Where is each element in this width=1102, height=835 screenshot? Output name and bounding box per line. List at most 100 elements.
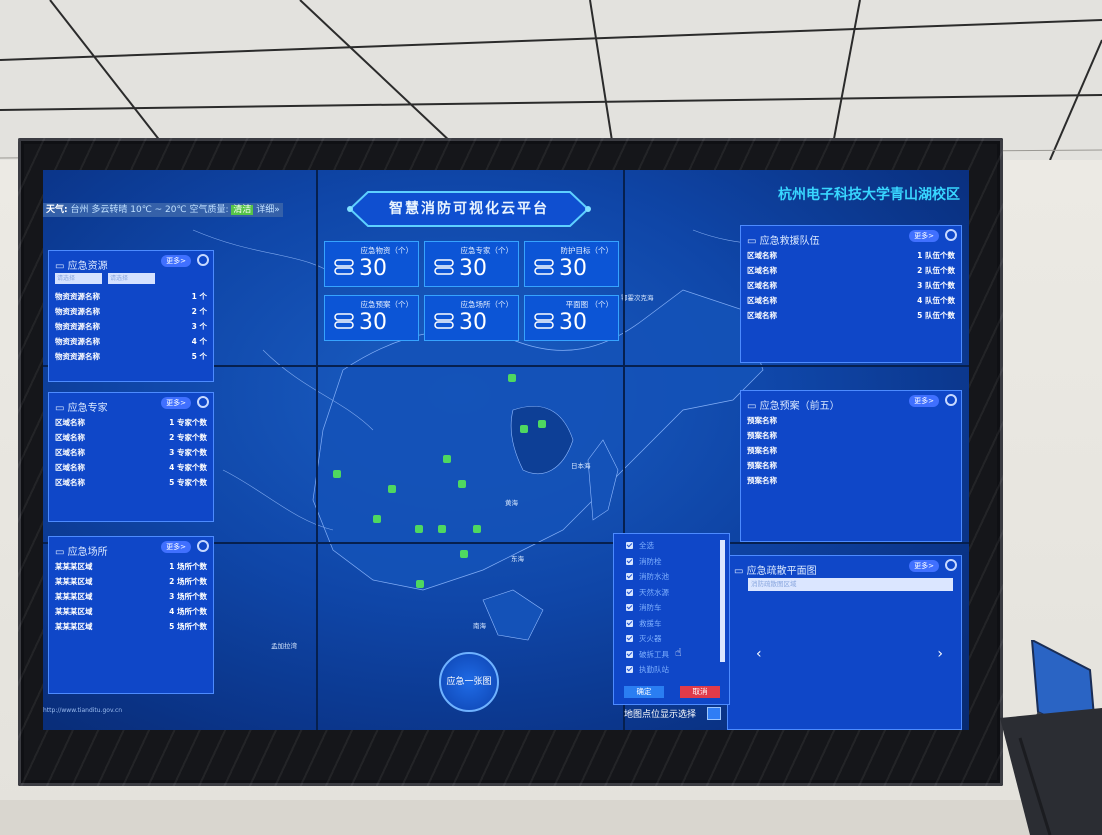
panel-title: ▭ 应急疏散平面图 — [734, 566, 817, 577]
weather-text: 多云转晴 10℃ ~ 20℃ 空气质量: — [91, 205, 229, 215]
map-marker-icon[interactable] — [416, 580, 424, 588]
map-marker-icon[interactable] — [460, 550, 468, 558]
checkbox-icon[interactable] — [626, 557, 633, 565]
stat-label: 应急物资（个） — [360, 246, 414, 255]
checkbox-icon[interactable] — [626, 650, 633, 658]
next-arrow-icon[interactable]: › — [937, 646, 943, 662]
panel-resources: ▭ 应急资源 更多> 请选择 请选择 物资资源名称 1 个 物资资源名称 2 个 物… — [48, 250, 214, 382]
list-item[interactable]: 物资资源名称 1 个 — [55, 289, 207, 304]
resource-select-2[interactable]: 请选择 — [108, 273, 155, 284]
database-icon — [334, 259, 354, 275]
list-item[interactable]: 区域名称 5 队伍个数 — [747, 308, 955, 323]
list-item[interactable]: 预案名称 — [747, 458, 955, 473]
checkbox-icon[interactable] — [626, 619, 633, 627]
list-item[interactable]: 某某某区域 2 场所个数 — [55, 574, 207, 589]
resource-select-1[interactable]: 请选择 — [55, 273, 102, 284]
map-marker-icon[interactable] — [508, 374, 516, 382]
checkbox-icon[interactable] — [626, 542, 633, 550]
more-button[interactable]: 更多> — [909, 230, 939, 242]
podium-stand — [1000, 708, 1102, 835]
list-item[interactable]: 预案名称 — [747, 443, 955, 458]
list-item[interactable]: 区域名称 4 队伍个数 — [747, 293, 955, 308]
refresh-icon[interactable] — [945, 394, 957, 406]
map-marker-icon[interactable] — [473, 525, 481, 533]
checkbox-icon[interactable] — [626, 666, 633, 674]
refresh-icon[interactable] — [945, 229, 957, 241]
layer-checkbox[interactable]: 破拆工具 — [614, 647, 729, 663]
list-item[interactable]: 区域名称 2 专家个数 — [55, 430, 207, 445]
list-item[interactable]: 区域名称 4 专家个数 — [55, 460, 207, 475]
layer-toggle-button[interactable] — [707, 707, 721, 720]
panel-title: ▭ 应急救援队伍 — [747, 236, 820, 247]
map-marker-icon[interactable] — [388, 485, 396, 493]
air-quality-badge: 清洁 — [231, 205, 254, 215]
map-marker-icon[interactable] — [415, 525, 423, 533]
layer-checkbox[interactable]: 灭火器 — [614, 631, 729, 647]
map-marker-icon[interactable] — [373, 515, 381, 523]
map-layer-selector: 全选 消防栓 消防水池 天然水源 消防车 救援车 灭火器 破拆工具 执勤队站 确… — [613, 533, 730, 705]
panel-title: ▭ 应急专家 — [55, 403, 108, 414]
weather-detail-link[interactable]: 详细» — [256, 205, 280, 215]
list-item[interactable]: 预案名称 — [747, 473, 955, 488]
refresh-icon[interactable] — [197, 254, 209, 266]
refresh-icon[interactable] — [945, 559, 957, 571]
map-marker-icon[interactable] — [443, 455, 451, 463]
more-button[interactable]: 更多> — [161, 541, 191, 553]
refresh-icon[interactable] — [197, 540, 209, 552]
checkbox-icon[interactable] — [626, 635, 633, 643]
checkbox-icon[interactable] — [626, 588, 633, 596]
list-item[interactable]: 某某某区域 1 场所个数 — [55, 559, 207, 574]
layer-checkbox[interactable]: 消防栓 — [614, 554, 729, 570]
prev-arrow-icon[interactable]: ‹ — [756, 646, 762, 662]
list-item[interactable]: 某某某区域 5 场所个数 — [55, 619, 207, 634]
checkbox-icon[interactable] — [626, 604, 633, 612]
layer-checkbox[interactable]: 全选 — [614, 538, 729, 554]
more-button[interactable]: 更多> — [909, 395, 939, 407]
layer-checkbox[interactable]: 天然水源 — [614, 585, 729, 601]
list-item[interactable]: 物资资源名称 3 个 — [55, 319, 207, 334]
list-item[interactable]: 区域名称 1 专家个数 — [55, 415, 207, 430]
list-item[interactable]: 区域名称 3 队伍个数 — [747, 278, 955, 293]
list-item[interactable]: 物资资源名称 5 个 — [55, 349, 207, 364]
map-marker-icon[interactable] — [333, 470, 341, 478]
list-item[interactable]: 预案名称 — [747, 413, 955, 428]
map-label-sea-of-japan: 日本海 — [571, 462, 591, 470]
confirm-button[interactable]: 确定 — [624, 686, 664, 698]
map-marker-icon[interactable] — [438, 525, 446, 533]
layer-scrollbar[interactable] — [720, 540, 725, 662]
stat-label: 应急专家（个） — [460, 246, 514, 255]
list-item[interactable]: 物资资源名称 4 个 — [55, 334, 207, 349]
list-item[interactable]: 区域名称 2 队伍个数 — [747, 263, 955, 278]
layer-checkbox[interactable]: 救援车 — [614, 616, 729, 632]
map-label-bengal-bay: 孟加拉湾 — [271, 642, 297, 650]
list-item[interactable]: 区域名称 3 专家个数 — [55, 445, 207, 460]
more-button[interactable]: 更多> — [161, 255, 191, 267]
list-item[interactable]: 某某某区域 4 场所个数 — [55, 604, 207, 619]
layer-checkbox[interactable]: 消防车 — [614, 600, 729, 616]
refresh-icon[interactable] — [197, 396, 209, 408]
database-icon — [334, 313, 354, 329]
layer-checkbox[interactable]: 执勤队站 — [614, 662, 729, 678]
more-button[interactable]: 更多> — [161, 397, 191, 409]
panel-rescue-teams: ▭ 应急救援队伍 更多> 区域名称 1 队伍个数 区域名称 2 队伍个数 区域名称 3… — [740, 225, 962, 363]
list-item[interactable]: 某某某区域 3 场所个数 — [55, 589, 207, 604]
stat-card-plans: 应急预案（个） 30 — [324, 295, 419, 341]
map-marker-icon[interactable] — [520, 425, 528, 433]
layer-selector-caption: 地图点位显示选择 — [624, 710, 697, 720]
checkbox-icon[interactable] — [626, 573, 633, 581]
list-item[interactable]: 区域名称 1 队伍个数 — [747, 248, 955, 263]
one-map-button[interactable]: 应急一张图 — [439, 652, 499, 712]
layer-checkbox[interactable]: 消防水池 — [614, 569, 729, 585]
bezel — [316, 170, 318, 730]
cancel-button[interactable]: 取消 — [680, 686, 720, 698]
database-icon — [534, 313, 554, 329]
list-item[interactable]: 预案名称 — [747, 428, 955, 443]
map-marker-icon[interactable] — [538, 420, 546, 428]
stat-label: 防护目标（个） — [560, 246, 614, 255]
more-button[interactable]: 更多> — [909, 560, 939, 572]
panel-places: ▭ 应急场所 更多> 某某某区域 1 场所个数 某某某区域 2 场所个数 某某某区域… — [48, 536, 214, 694]
map-marker-icon[interactable] — [458, 480, 466, 488]
list-item[interactable]: 区域名称 5 专家个数 — [55, 475, 207, 490]
list-item[interactable]: 物资资源名称 2 个 — [55, 304, 207, 319]
evacuation-area-select[interactable]: 消防疏散图区域 — [748, 578, 953, 591]
